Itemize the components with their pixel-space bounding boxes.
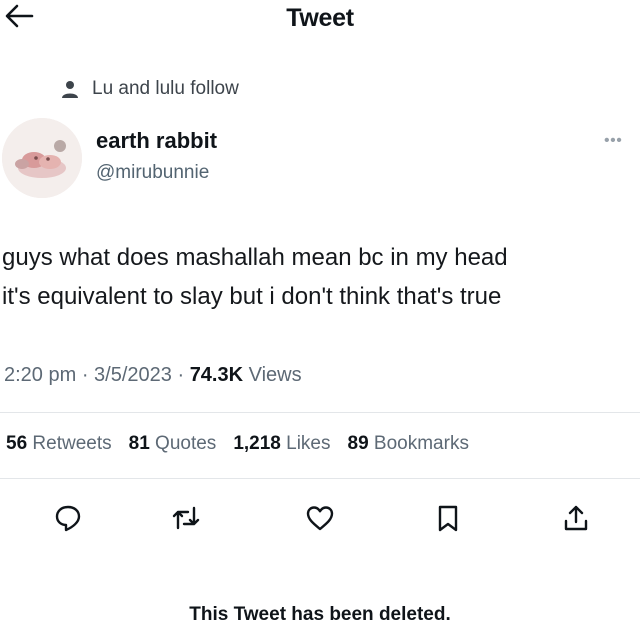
social-context: Lu and lulu follow [60,76,239,102]
divider [0,412,640,413]
separator-dot: · [81,364,95,386]
stat-count: 89 [347,433,369,454]
social-context-text: Lu and lulu follow [92,78,239,99]
tweet-text-line: guys what does mashallah mean bc in my h… [2,244,508,271]
stat-label: Retweets [32,433,112,454]
divider [0,478,640,479]
stat-retweets[interactable]: 56 Retweets [6,433,112,455]
stat-count: 56 [6,433,28,454]
author-name[interactable]: earth rabbit [96,128,217,154]
share-button[interactable] [556,498,596,538]
stat-label: Quotes [155,433,217,454]
tweet-date[interactable]: 3/5/2023 [94,364,172,386]
action-bar [0,498,640,538]
engagement-stats: 56 Retweets 81 Quotes 1,218 Likes 89 Boo… [6,433,469,455]
retweet-button[interactable] [166,498,206,538]
stat-label: Bookmarks [373,433,469,454]
separator-dot: · [177,364,190,386]
page-title: Tweet [286,4,354,32]
tweet-text-line: it's equivalent to slay but i don't thin… [2,283,502,310]
avatar[interactable] [2,118,82,198]
heart-icon [306,506,334,531]
tweet-text: guys what does mashallah mean bc in my h… [2,238,638,316]
bookmark-button[interactable] [428,498,468,538]
person-icon [62,81,78,98]
stat-count: 1,218 [233,433,281,454]
tweet-time[interactable]: 2:20 pm [4,364,76,386]
bookmark-icon [438,505,458,532]
stat-label: Likes [286,433,331,454]
avatar-image [2,118,82,198]
stat-count: 81 [128,433,150,454]
stat-bookmarks[interactable]: 89 Bookmarks [348,433,469,455]
tweet-meta: 2:20 pm · 3/5/2023 · 74.3K Views [4,364,302,387]
reply-button[interactable] [48,498,88,538]
more-dots-icon: ••• [604,132,623,149]
stat-quotes[interactable]: 81 Quotes [129,433,217,455]
retweet-icon [172,506,200,530]
deleted-notice: This Tweet has been deleted. [189,604,451,625]
more-options-button[interactable]: ••• [604,132,622,150]
author-handle[interactable]: @mirubunnie [96,162,209,184]
views-label: Views [248,364,302,386]
views-count: 74.3K [189,364,244,386]
like-button[interactable] [300,498,340,538]
stat-likes[interactable]: 1,218 Likes [233,433,330,455]
share-icon [564,505,588,531]
reply-icon [55,505,81,532]
top-bar: Tweet [0,0,640,36]
